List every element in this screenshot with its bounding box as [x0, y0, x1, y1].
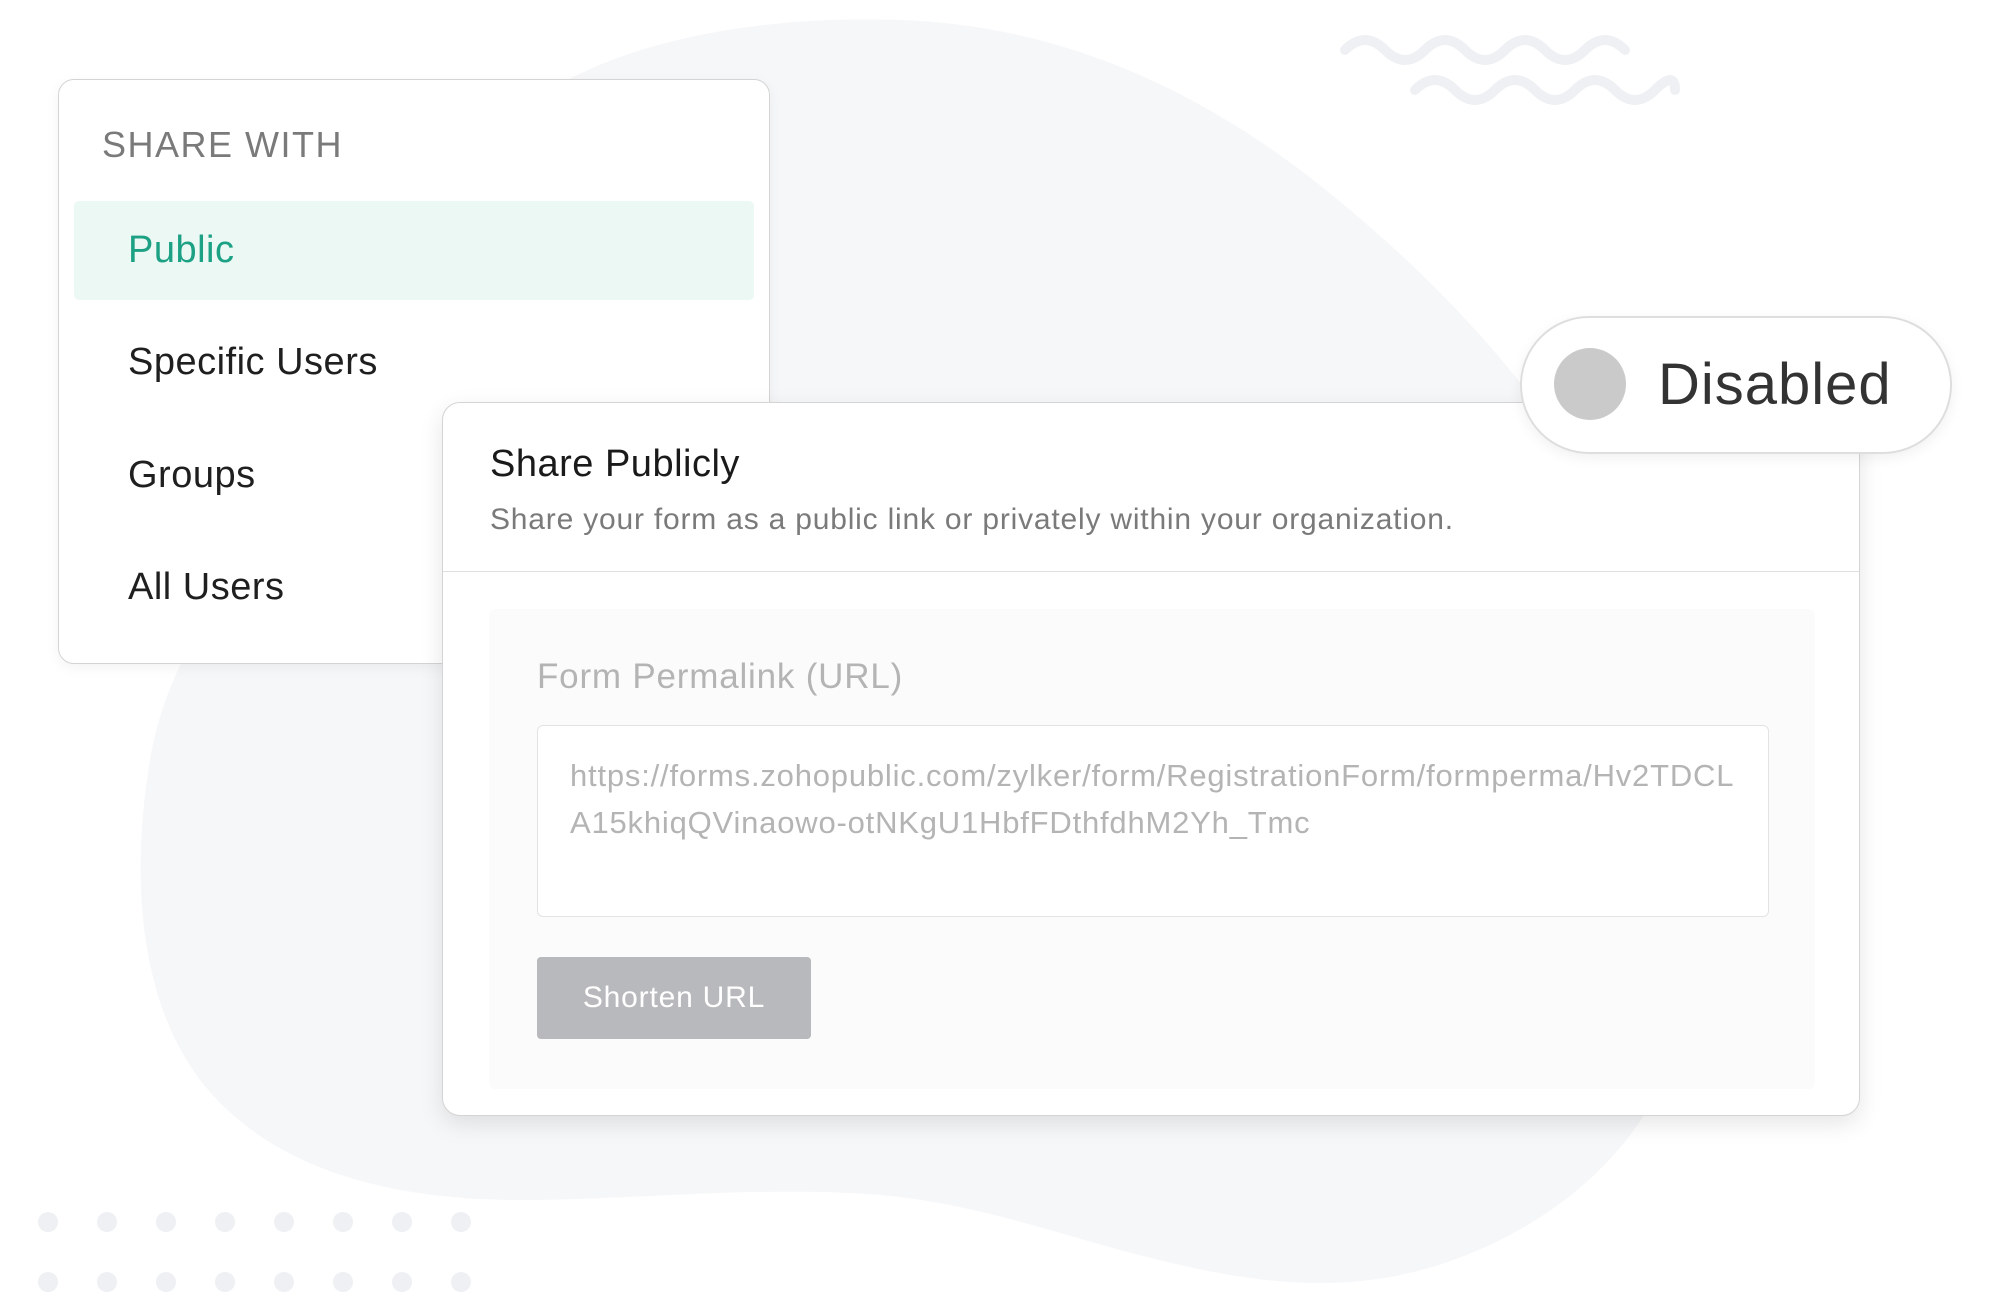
wave-decoration — [1340, 35, 1680, 105]
share-option-label: Groups — [128, 454, 256, 496]
shorten-url-button[interactable]: Shorten URL — [537, 957, 811, 1039]
toggle-status-label: Disabled — [1658, 352, 1892, 417]
toggle-knob — [1554, 348, 1626, 420]
share-option-label: Specific Users — [128, 341, 378, 383]
share-with-title: SHARE WITH — [102, 124, 344, 165]
permalink-label: Form Permalink (URL) — [537, 657, 904, 696]
share-publicly-title: Share Publicly — [490, 443, 740, 485]
share-option-public[interactable]: Public — [74, 201, 754, 300]
public-sharing-toggle[interactable]: Disabled — [1520, 316, 1952, 454]
share-publicly-description: Share your form as a public link or priv… — [490, 503, 1454, 536]
dots-decoration — [38, 1212, 471, 1292]
share-option-label: Public — [128, 229, 235, 271]
share-option-label: All Users — [128, 566, 285, 608]
share-option-specific-users[interactable]: Specific Users — [74, 313, 754, 412]
shorten-url-button-label: Shorten URL — [582, 981, 766, 1014]
divider — [443, 571, 1859, 572]
permalink-url-field[interactable]: https://forms.zohopublic.com/zylker/form… — [537, 725, 1769, 917]
permalink-section: Form Permalink (URL) https://forms.zohop… — [489, 609, 1815, 1089]
share-publicly-panel: Share Publicly Share your form as a publ… — [442, 402, 1860, 1116]
